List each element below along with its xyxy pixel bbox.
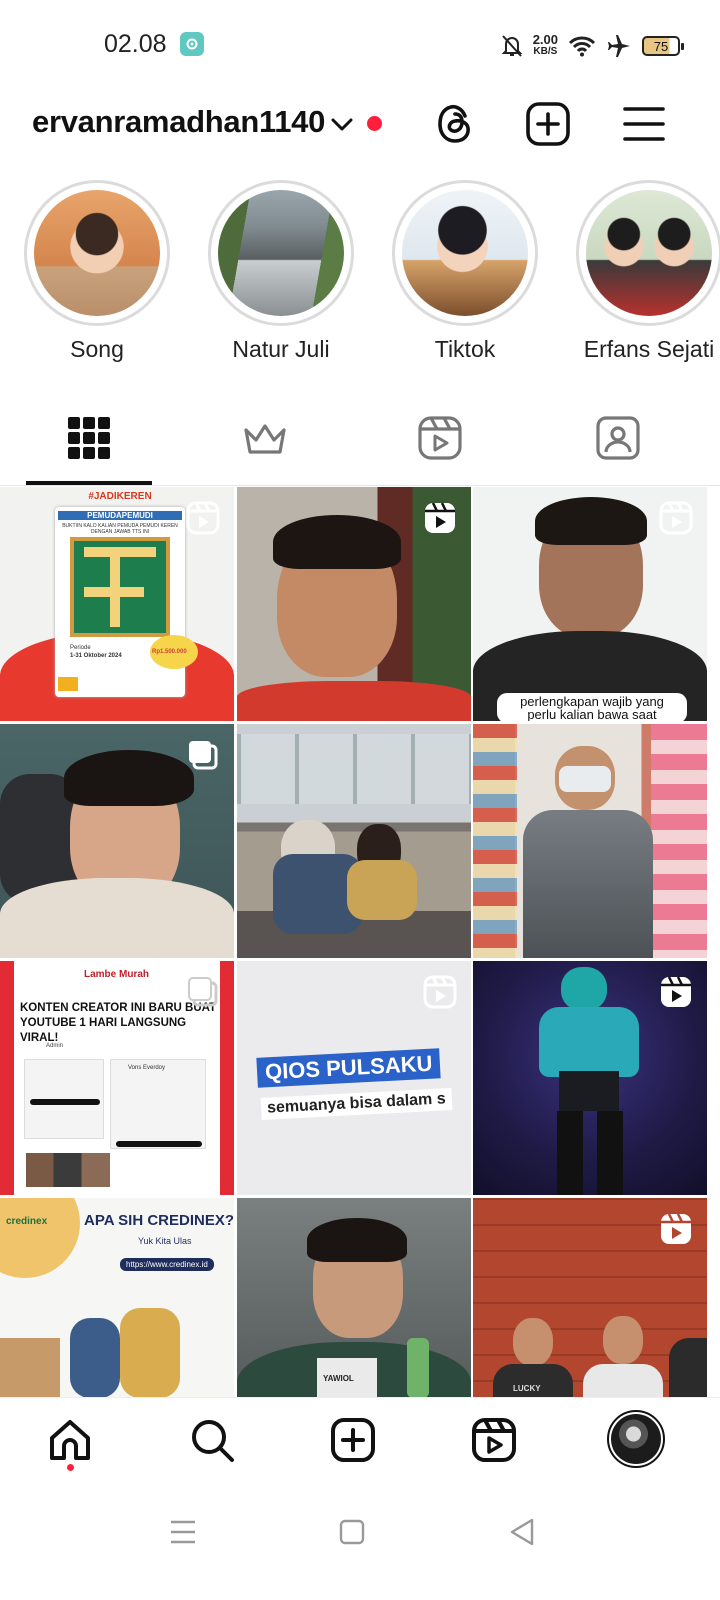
highlight-label: Natur Juli xyxy=(232,336,330,362)
highlight-cover xyxy=(586,190,712,316)
tab-reels[interactable] xyxy=(380,394,500,482)
tab-active-indicator xyxy=(26,481,152,485)
post-tile[interactable]: LUCKY xyxy=(473,1198,707,1397)
posts-grid: #JADIKEREN PEMUDAPEMUDI BUKTIIN KALO KAL… xyxy=(0,487,720,1397)
account-switcher-username[interactable]: ervanramadhan1140 xyxy=(32,104,325,140)
reel-badge-icon xyxy=(423,975,457,1009)
status-icons: 2.00 KB/S 75 xyxy=(501,28,684,64)
reel-badge-icon xyxy=(659,501,693,535)
post-tile[interactable] xyxy=(237,724,471,958)
wifi-icon xyxy=(568,36,596,57)
reel-badge-icon xyxy=(661,1213,691,1244)
nav-create[interactable] xyxy=(325,1412,381,1468)
post-tile[interactable]: QIOS PULSAKU semuanya bisa dalam s xyxy=(237,961,471,1195)
avatar-image xyxy=(611,1414,661,1464)
highlight-natur-juli[interactable]: Natur Juli xyxy=(208,180,354,363)
home-icon xyxy=(50,1420,90,1460)
post-tile[interactable] xyxy=(237,487,471,721)
highlight-cover xyxy=(402,190,528,316)
post-tile[interactable]: Lambe Murah KONTEN CREATOR INI BARU BUAT… xyxy=(0,961,234,1195)
tab-grid[interactable] xyxy=(26,394,152,482)
highlight-label: Song xyxy=(70,336,124,362)
profile-avatar[interactable] xyxy=(607,1410,665,1468)
nav-home[interactable] xyxy=(42,1412,98,1468)
tab-subscriptions[interactable] xyxy=(205,394,325,482)
post-tile[interactable] xyxy=(473,961,707,1195)
search-icon xyxy=(192,1420,234,1462)
reel-badge-icon xyxy=(186,501,220,535)
grid-icon xyxy=(68,417,110,459)
highlight-song[interactable]: Song xyxy=(24,180,170,363)
system-home-button[interactable] xyxy=(332,1512,372,1552)
reel-badge-icon xyxy=(425,502,455,533)
home-square-icon xyxy=(339,1519,365,1545)
post-tile[interactable]: YAWIOL xyxy=(237,1198,471,1397)
highlight-tiktok[interactable]: Tiktok xyxy=(392,180,538,363)
highlight-label: Tiktok xyxy=(434,336,496,362)
app-notification-icon xyxy=(180,32,204,56)
post-tile[interactable] xyxy=(0,724,234,958)
post-tile[interactable]: #JADIKEREN PEMUDAPEMUDI BUKTIIN KALO KAL… xyxy=(0,487,234,721)
carousel-badge-icon xyxy=(189,741,218,770)
highlight-erfans-sejati[interactable]: Erfans Sejati xyxy=(576,180,720,363)
tagged-icon xyxy=(596,416,640,460)
menu-button[interactable] xyxy=(620,100,668,148)
bottom-navigation xyxy=(0,1397,720,1487)
menu-icon xyxy=(623,107,665,141)
post-tile[interactable]: perlengkapan wajib yang perlu kalian bawa… xyxy=(473,487,707,721)
status-bar: 02.08 2.00 KB/S 75 xyxy=(0,0,720,90)
post-tile[interactable] xyxy=(473,724,707,958)
net-speed: 2.00 KB/S xyxy=(532,32,558,57)
highlight-cover xyxy=(218,190,344,316)
threads-icon xyxy=(438,104,470,143)
post-tile[interactable]: credinex APA SIH CREDINEX? Yuk Kita Ulas… xyxy=(0,1198,234,1397)
battery-icon: 75 xyxy=(642,36,684,56)
create-post-button[interactable] xyxy=(524,100,572,148)
crown-icon xyxy=(244,424,286,454)
threads-button[interactable] xyxy=(431,100,479,148)
chevron-down-icon[interactable] xyxy=(330,114,354,134)
recents-button[interactable] xyxy=(163,1512,203,1552)
profile-header: ervanramadhan1140 xyxy=(0,90,720,170)
reels-icon xyxy=(472,1418,516,1462)
highlight-label: Erfans Sejati xyxy=(583,336,715,362)
notification-dot xyxy=(367,116,382,131)
back-icon xyxy=(510,1518,534,1546)
carousel-badge-icon xyxy=(188,977,218,1007)
back-button[interactable] xyxy=(502,1512,542,1552)
mute-bell-icon xyxy=(501,35,523,57)
highlight-cover xyxy=(34,190,160,316)
create-post-icon xyxy=(526,102,570,146)
tab-tagged[interactable] xyxy=(558,394,678,482)
status-time: 02.08 xyxy=(104,30,167,58)
profile-tabs xyxy=(0,394,720,486)
nav-reels[interactable] xyxy=(466,1412,522,1468)
airplane-icon xyxy=(608,35,630,57)
create-icon xyxy=(331,1418,375,1462)
recents-icon xyxy=(171,1520,195,1544)
home-notification-dot xyxy=(67,1464,74,1471)
reels-icon xyxy=(418,416,462,460)
reel-badge-icon xyxy=(661,976,691,1007)
story-highlights: Song Natur Juli Tiktok Erfans Sejati xyxy=(0,180,720,370)
nav-search[interactable] xyxy=(184,1412,240,1468)
system-navigation xyxy=(0,1488,720,1600)
